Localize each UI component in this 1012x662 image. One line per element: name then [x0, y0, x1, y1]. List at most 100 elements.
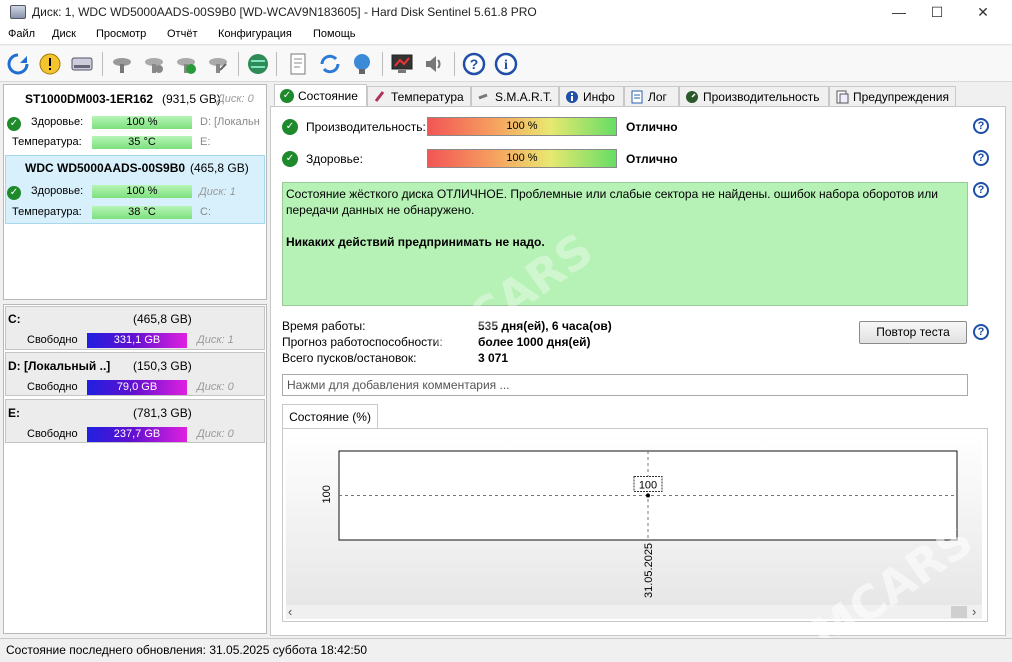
health-ok-icon: ✓	[282, 151, 298, 167]
status-bar: Состояние последнего обновления: 31.05.2…	[0, 638, 1012, 662]
help-icon[interactable]: ?	[973, 150, 989, 166]
disk-name[interactable]: WDC WD5000AADS-00S9B0	[25, 161, 185, 175]
volume-ref: E:	[200, 136, 211, 148]
health-rating: Отлично	[626, 152, 678, 166]
forecast-label: Прогноз работоспособности:	[282, 335, 443, 349]
uptime-value: 535 дня(ей), 6 часа(ов)	[478, 319, 612, 333]
health-label: Здоровье:	[306, 152, 363, 166]
wrench-icon	[478, 93, 488, 99]
temperature-label: Температура:	[12, 206, 82, 218]
volume-size: (150,3 GB)	[133, 359, 192, 373]
retest-button[interactable]: Повтор теста	[859, 321, 967, 344]
thermometer-icon	[374, 90, 385, 102]
title-bar: Диск: 1, WDC WD5000AADS-00S9B0 [WD-WCAV9…	[0, 0, 1012, 25]
data-point-marker	[646, 493, 650, 498]
volume-size: (781,3 GB)	[133, 406, 192, 420]
disk-list: ST1000DM003-1ER162 (931,5 GB) Диск: 0 ✓ …	[3, 84, 267, 300]
tab-label: Состояние	[298, 89, 358, 103]
comment-input[interactable]: Нажми для добавления комментария ...	[282, 374, 968, 396]
disk-index: Диск: 0	[217, 93, 254, 105]
tab-label: Инфо	[583, 89, 615, 104]
help-icon[interactable]: ?	[973, 118, 989, 134]
temperature-bar: 35 °C	[92, 136, 192, 149]
status-message: Состояние жёсткого диска ОТЛИЧНОЕ. Пробл…	[286, 187, 938, 217]
help-icon[interactable]: ?	[460, 50, 488, 78]
tab-label: S.M.A.R.T.	[495, 89, 553, 104]
menu-file[interactable]: Файл	[8, 28, 35, 40]
volume-ref: C:	[200, 206, 211, 218]
health-bar: 100 %	[92, 185, 192, 198]
refresh-icon[interactable]	[4, 50, 32, 78]
tab-smart[interactable]: S.M.A.R.T.	[471, 86, 559, 106]
globe-icon[interactable]	[244, 50, 272, 78]
chart-tab[interactable]: Состояние (%)	[282, 404, 378, 429]
health-label: Здоровье:	[31, 116, 84, 128]
horizontal-scrollbar[interactable]: ‹ ›	[286, 604, 982, 619]
hard-disk-icon	[10, 5, 26, 19]
tab-temperature[interactable]: Температура	[367, 86, 471, 106]
disk-test-icon[interactable]	[108, 50, 136, 78]
chart-area: Состояние (%) 100 100 31.05.2025 ‹ ›	[282, 404, 988, 622]
log-icon	[631, 90, 643, 103]
free-space-bar: 79,0 GB	[87, 380, 187, 395]
forecast-value: более 1000 дня(ей)	[478, 335, 591, 349]
menu-disk[interactable]: Диск	[52, 28, 76, 40]
menu-help[interactable]: Помощь	[313, 28, 356, 40]
tab-label: Предупреждения	[853, 89, 949, 104]
volume-disk: Диск: 0	[197, 381, 234, 393]
speaker-icon[interactable]	[420, 50, 448, 78]
window-title: Диск: 1, WDC WD5000AADS-00S9B0 [WD-WCAV9…	[32, 5, 537, 19]
volume-ref: D: [Локальн	[200, 116, 260, 128]
volume-name: D: [Локальный ..]	[8, 359, 111, 373]
disk-icon[interactable]	[68, 50, 96, 78]
starts-label: Всего пусков/остановок:	[282, 351, 417, 365]
scroll-left-arrow[interactable]: ‹	[288, 604, 292, 619]
help-icon[interactable]: ?	[973, 182, 989, 198]
disk-size: (931,5 GB)	[162, 92, 221, 106]
gauge-icon	[686, 90, 698, 103]
tab-log[interactable]: Лог	[624, 86, 679, 106]
tab-label: Производительность	[703, 89, 820, 104]
status-action: Никаких действий предпринимать не надо.	[286, 235, 545, 249]
network-icon[interactable]	[348, 50, 376, 78]
starts-value: 3 071	[478, 351, 509, 365]
maximize-button[interactable]: ☐	[914, 0, 960, 25]
free-space-bar: 237,7 GB	[87, 427, 187, 442]
scrollbar-thumb[interactable]	[951, 606, 967, 618]
warning-icon[interactable]	[36, 50, 64, 78]
volume-size: (465,8 GB)	[133, 312, 192, 326]
report-icon[interactable]	[284, 50, 312, 78]
volume-name: C:	[8, 312, 21, 326]
monitor-icon[interactable]	[388, 50, 416, 78]
health-ok-icon: ✓	[7, 117, 21, 131]
tab-label: Температура	[391, 89, 464, 104]
tab-status[interactable]: ✓ Состояние	[274, 84, 367, 107]
disk-name[interactable]: ST1000DM003-1ER162	[25, 92, 153, 106]
menu-configuration[interactable]: Конфигурация	[218, 28, 292, 40]
volume-name: E:	[8, 406, 20, 420]
free-space-bar: 331,1 GB	[87, 333, 187, 348]
close-button[interactable]: ✕	[960, 0, 1006, 25]
disk-surface-icon[interactable]	[140, 50, 168, 78]
performance-ok-icon: ✓	[282, 119, 298, 135]
scroll-right-arrow[interactable]: ›	[972, 604, 976, 619]
menu-report[interactable]: Отчёт	[167, 28, 197, 40]
disk-check-icon[interactable]	[172, 50, 200, 78]
y-tick-label: 100	[321, 485, 333, 503]
help-icon[interactable]: ?	[973, 324, 989, 340]
disk-size: (465,8 GB)	[190, 161, 249, 175]
health-history-chart: 100 100 31.05.2025	[286, 434, 982, 610]
sync-icon[interactable]	[316, 50, 344, 78]
temperature-bar: 38 °C	[92, 206, 192, 219]
health-bar: 100 %	[92, 116, 192, 129]
toolbar: ? i	[0, 46, 1012, 82]
menu-view[interactable]: Просмотр	[96, 28, 146, 40]
uptime-label: Время работы:	[282, 319, 366, 333]
performance-rating: Отлично	[626, 120, 678, 134]
disk-tool-icon[interactable]	[204, 50, 232, 78]
tab-alerts[interactable]: Предупреждения	[829, 86, 956, 106]
x-tick-label: 31.05.2025	[643, 543, 655, 598]
info-icon[interactable]: i	[492, 50, 520, 78]
tab-performance[interactable]: Производительность	[679, 86, 829, 106]
tab-info[interactable]: Инфо	[559, 86, 624, 106]
